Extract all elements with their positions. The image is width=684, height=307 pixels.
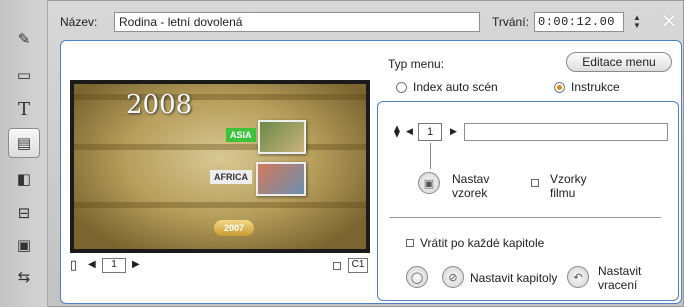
return-after-each-label: Vrátit po každé kapitole (420, 236, 545, 250)
duration-field[interactable]: 0:00:12.00 (534, 12, 624, 32)
chapter-code: C1 (348, 258, 368, 273)
asia-button[interactable]: ASIA (226, 128, 256, 142)
menu-type-label: Typ menu: (388, 57, 445, 71)
africa-button[interactable]: AFRICA (210, 170, 252, 184)
spin-down-icon[interactable]: ▼ (633, 22, 641, 30)
preview-image: 2008 ASIA AFRICA 2007 (74, 84, 366, 249)
close-icon: ✕ (660, 9, 678, 33)
prev-chapter-icon[interactable]: ◀ (406, 126, 413, 137)
asia-thumbnail (258, 120, 306, 154)
next-page-icon[interactable]: ▶ (132, 259, 140, 270)
set-chapters-button[interactable]: ⊘ (442, 266, 464, 288)
menu-preview[interactable]: 2008 ASIA AFRICA 2007 (70, 80, 370, 253)
set-chapters-label: Nastavit kapitoly (470, 271, 558, 285)
radio-instructions-icon[interactable] (554, 81, 565, 93)
return-after-each-checkbox[interactable] (406, 239, 414, 247)
set-return-button[interactable]: ↶ (567, 266, 589, 288)
film-samples-checkbox[interactable] (531, 179, 539, 187)
chapter-link-icon: ⊘ (448, 270, 458, 284)
clapper-tool-icon[interactable]: ⊟ (8, 198, 40, 228)
radio-instructions[interactable]: Instrukce (554, 80, 620, 94)
set-sample-label: Nastav vzorek (452, 172, 490, 200)
name-field[interactable]: Rodina - letní dovolená (114, 12, 480, 32)
radio-auto-icon[interactable] (396, 81, 407, 93)
duration-label: Trvání: (492, 15, 529, 29)
chapter-marker-icon: ⧫ (394, 124, 400, 138)
return-arrow-icon: ↶ (573, 270, 583, 284)
menu-year-heading: 2008 (126, 90, 193, 120)
chapter-link-field[interactable] (464, 123, 668, 141)
sample-icon: ▣ (423, 176, 435, 190)
duration-spinner[interactable]: ▲ ▼ (628, 12, 646, 32)
page-number[interactable]: 1 (102, 258, 126, 273)
set-return-label: Nastavit vracení (598, 264, 642, 292)
radio-instructions-label: Instrukce (571, 80, 620, 94)
menu-year-small-button[interactable]: 2007 (214, 220, 254, 236)
radio-auto-label: Index auto scén (413, 80, 498, 94)
title-tool-icon[interactable]: T (8, 94, 40, 124)
panel-divider (389, 217, 661, 218)
menu-tool-icon[interactable]: ▤ (8, 128, 40, 158)
film-samples-label: Vzorky filmu (550, 172, 587, 200)
chapter-number[interactable]: 1 (418, 123, 442, 141)
africa-thumbnail (256, 162, 306, 196)
header-bar: Název: Rodina - letní dovolená Trvání: 0… (60, 9, 682, 36)
left-toolbar: ✎ ▭ T ▤ ◧ ⊟ ▣ ⇆ (0, 0, 48, 307)
video-tool-icon[interactable]: ▭ (8, 60, 40, 90)
speech-bubble-icon: ◯ (410, 270, 424, 284)
radio-auto-scene-index[interactable]: Index auto scén (396, 80, 498, 94)
link-line (430, 143, 431, 169)
next-chapter-icon[interactable]: ▶ (450, 126, 457, 137)
page-icon: ▯ (70, 258, 78, 273)
set-sample-button[interactable]: ▣ (418, 172, 440, 194)
scene-tool-icon[interactable]: ✎ (8, 24, 40, 54)
chapter-button-a[interactable]: ◯ (406, 266, 428, 288)
edit-menu-button[interactable]: Editace menu (566, 52, 672, 72)
audio-tool-icon[interactable]: ◧ (8, 164, 40, 194)
prev-page-icon[interactable]: ◀ (88, 259, 96, 270)
transfer-tool-icon[interactable]: ⇆ (8, 262, 40, 292)
frame-tool-icon[interactable]: ▣ (8, 230, 40, 260)
close-button[interactable]: ✕ (658, 9, 680, 33)
return-after-each-chapter[interactable]: Vrátit po každé kapitole (406, 236, 544, 250)
name-label: Název: (60, 15, 98, 29)
chapter-link-checkbox[interactable] (333, 262, 341, 270)
